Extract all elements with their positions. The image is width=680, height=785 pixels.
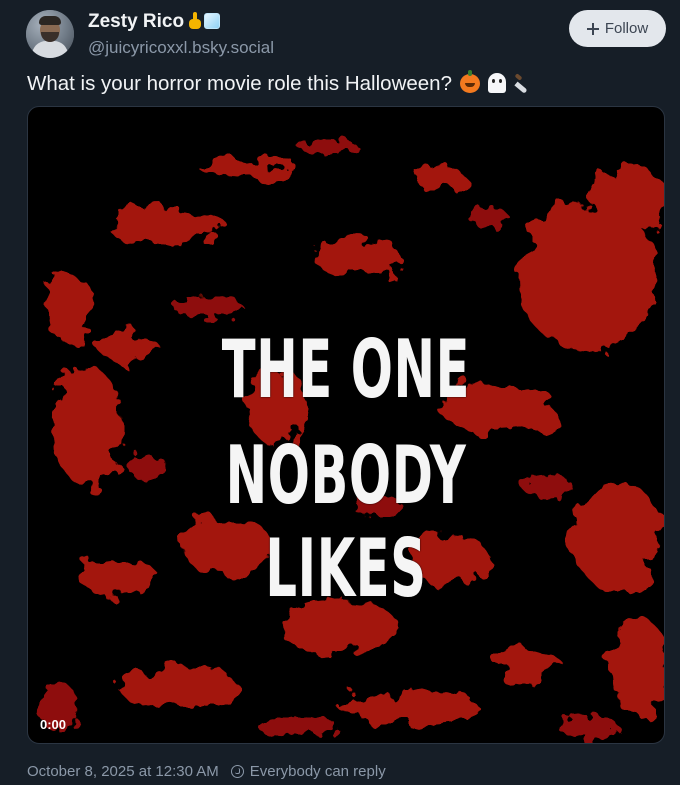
author-badges [189, 12, 221, 36]
post-footer: October 8, 2025 at 12:30 AM Everybody ca… [27, 763, 386, 780]
video-title-line-1: THE ONE [221, 323, 471, 416]
ghost-icon [487, 73, 506, 93]
author-info: Zesty Rico @juicyricoxxl.bsky.social [88, 10, 274, 59]
pointing-finger-icon [189, 12, 202, 29]
author-display-name[interactable]: Zesty Rico [88, 11, 184, 32]
reply-setting: Everybody can reply [249, 763, 386, 780]
avatar[interactable] [26, 10, 74, 58]
ice-cube-icon [204, 13, 221, 29]
pumpkin-icon [459, 70, 480, 93]
video-title-line-2: NOBODY LIKES [225, 429, 467, 615]
follow-button[interactable]: Follow [569, 10, 666, 47]
post-text: What is your horror movie role this Hall… [27, 70, 657, 98]
plus-icon [586, 22, 599, 35]
post-text-content: What is your horror movie role this Hall… [27, 72, 452, 95]
video-time: 0:00 [40, 717, 67, 732]
knife-icon [514, 73, 534, 94]
post-card: Zesty Rico @juicyricoxxl.bsky.social Fol… [0, 0, 680, 785]
author-display-name-row[interactable]: Zesty Rico [88, 10, 274, 36]
globe-icon [230, 765, 244, 778]
author-handle[interactable]: @juicyricoxxl.bsky.social [88, 37, 274, 59]
follow-button-label: Follow [604, 20, 649, 37]
post-timestamp[interactable]: October 8, 2025 at 12:30 AM [27, 763, 219, 780]
video-player[interactable]: THE ONE NOBODY LIKES 0:00 [27, 106, 665, 744]
blood-splatter-background [38, 139, 664, 739]
post-header: Zesty Rico @juicyricoxxl.bsky.social Fol… [26, 8, 666, 60]
